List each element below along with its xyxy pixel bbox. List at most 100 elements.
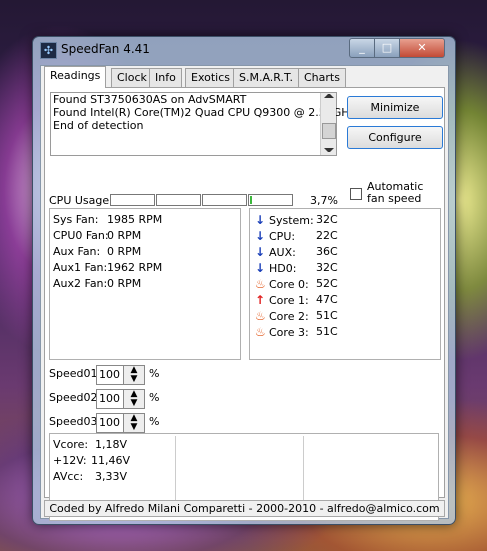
temp-row: ♨ Core 3: 51C [255, 325, 338, 339]
fan-value: 0 RPM [107, 245, 142, 258]
tab-exotics[interactable]: Exotics [185, 68, 236, 87]
temp-value: 51C [316, 325, 338, 338]
cpu-core-meter [110, 194, 155, 206]
fire-icon: ♨ [255, 325, 266, 339]
speed02-unit: % [149, 391, 160, 404]
tab-info[interactable]: Info [149, 68, 182, 87]
scroll-thumb[interactable] [322, 123, 336, 139]
cpu-usage-percent: 3,7% [310, 194, 338, 207]
client-area: Readings Clock Info Exotics S.M.A.R.T. C… [40, 65, 449, 521]
arrow-up-icon: ↑ [255, 293, 266, 307]
speedfan-fan-icon[interactable]: ✣ [40, 42, 57, 59]
log-line: End of detection [53, 119, 144, 132]
arrow-down-icon: ↓ [255, 261, 266, 275]
temp-label: Core 2: [269, 310, 309, 323]
tab-clock[interactable]: Clock [111, 68, 153, 87]
temp-row: ↑ Core 1: 47C [255, 293, 338, 307]
temp-label: HD0: [269, 262, 297, 275]
fan-label: Aux1 Fan: [53, 261, 108, 274]
maximize-window-button[interactable]: □ [374, 38, 400, 58]
speed03-stepper[interactable]: ▲ ▼ [123, 413, 145, 433]
temp-value: 47C [316, 293, 338, 306]
speed02-stepper[interactable]: ▲ ▼ [123, 389, 145, 409]
voltage-label: AVcc: [53, 470, 84, 483]
fan-row: Aux2 Fan: 0 RPM [53, 277, 141, 290]
automatic-fan-speed-checkbox[interactable] [350, 188, 362, 200]
log-line: Found ST3750630AS on AdvSMART [53, 93, 247, 106]
temp-row: ↓ CPU: 22C [255, 229, 338, 243]
detection-log[interactable]: Found ST3750630AS on AdvSMART Found Inte… [50, 92, 356, 156]
cpu-core-meter [202, 194, 247, 206]
temp-row: ↓ HD0: 32C [255, 261, 338, 275]
status-bar: Coded by Alfredo Milani Comparetti - 200… [44, 500, 445, 517]
fan-row: Aux Fan: 0 RPM [53, 245, 141, 258]
temp-row: ♨ Core 2: 51C [255, 309, 338, 323]
scroll-up-icon[interactable] [324, 94, 334, 98]
arrow-down-icon: ↓ [255, 245, 266, 259]
temp-row: ♨ Core 0: 52C [255, 277, 338, 291]
temp-value: 32C [316, 261, 338, 274]
speed02-label: Speed02: [49, 391, 102, 404]
speed03-input[interactable]: 100 [96, 413, 124, 433]
tab-smart[interactable]: S.M.A.R.T. [233, 68, 299, 87]
temp-label: AUX: [269, 246, 296, 259]
temperatures-panel: ↓ System: 32C ↓ CPU: 22C ↓ AUX: 36C ↓ HD0: 32C ♨… [249, 208, 441, 360]
temp-label: Core 3: [269, 326, 309, 339]
temp-label: System: [269, 214, 314, 227]
log-scrollbar[interactable] [320, 93, 336, 155]
fire-icon: ♨ [255, 309, 266, 323]
temp-value: 22C [316, 229, 338, 242]
fan-row: CPU0 Fan: 0 RPM [53, 229, 141, 242]
cpu-core-meter [248, 194, 293, 206]
up-down-arrows-icon: ▲ ▼ [130, 365, 138, 384]
tab-charts[interactable]: Charts [298, 68, 346, 87]
close-window-button[interactable]: ✕ [399, 38, 445, 58]
temp-row: ↓ AUX: 36C [255, 245, 338, 259]
close-icon: ✕ [417, 41, 427, 54]
fans-panel: Sys Fan: 1985 RPM CPU0 Fan: 0 RPM Aux Fa… [49, 208, 241, 360]
fan-label: Aux2 Fan: [53, 277, 108, 290]
fan-value: 0 RPM [107, 229, 142, 242]
temp-label: CPU: [269, 230, 296, 243]
tab-readings[interactable]: Readings [44, 66, 107, 88]
temp-row: ↓ System: 32C [255, 213, 338, 227]
temp-label: Core 1: [269, 294, 309, 307]
voltage-value: 1,18V [95, 438, 128, 451]
speedfan-window: ✣ SpeedFan 4.41 _ □ ✕ Readings Clock Inf… [32, 36, 456, 525]
readings-page: Found ST3750630AS on AdvSMART Found Inte… [44, 87, 445, 521]
temp-value: 36C [316, 245, 338, 258]
fire-icon: ♨ [255, 277, 266, 291]
log-line: Found Intel(R) Core(TM)2 Quad CPU Q9300 … [53, 106, 356, 119]
minimize-button[interactable]: Minimize [347, 96, 443, 119]
speed01-stepper[interactable]: ▲ ▼ [123, 365, 145, 385]
minimize-window-button[interactable]: _ [349, 38, 375, 58]
speed02-input[interactable]: 100 [96, 389, 124, 409]
fan-label: CPU0 Fan: [53, 229, 109, 242]
voltage-value: 3,33V [95, 470, 128, 483]
speed01-input[interactable]: 100 [96, 365, 124, 385]
speed01-label: Speed01: [49, 367, 102, 380]
voltage-row: AVcc: 3,33V [53, 470, 127, 483]
window-title: SpeedFan 4.41 [61, 42, 150, 56]
fan-row: Sys Fan: 1985 RPM [53, 213, 162, 226]
fan-label: Aux Fan: [53, 245, 101, 258]
configure-button[interactable]: Configure [347, 126, 443, 149]
temp-label: Core 0: [269, 278, 309, 291]
up-down-arrows-icon: ▲ ▼ [130, 413, 138, 432]
arrow-down-icon: ↓ [255, 229, 266, 243]
up-down-arrows-icon: ▲ ▼ [130, 389, 138, 408]
temp-value: 51C [316, 309, 338, 322]
speed03-unit: % [149, 415, 160, 428]
fan-value: 1985 RPM [107, 213, 163, 226]
voltage-row: +12V: 11,46V [53, 454, 130, 467]
fan-value: 1962 RPM [107, 261, 163, 274]
maximize-icon: □ [381, 41, 393, 54]
speed03-label: Speed03: [49, 415, 102, 428]
scroll-down-icon[interactable] [324, 148, 334, 152]
arrow-down-icon: ↓ [255, 213, 266, 227]
cpu-core-meter [156, 194, 201, 206]
voltage-label: +12V: [53, 454, 87, 467]
minimize-icon: _ [359, 41, 365, 54]
voltage-row: Vcore: 1,18V [53, 438, 127, 451]
cpu-usage-label: CPU Usage [49, 194, 110, 207]
